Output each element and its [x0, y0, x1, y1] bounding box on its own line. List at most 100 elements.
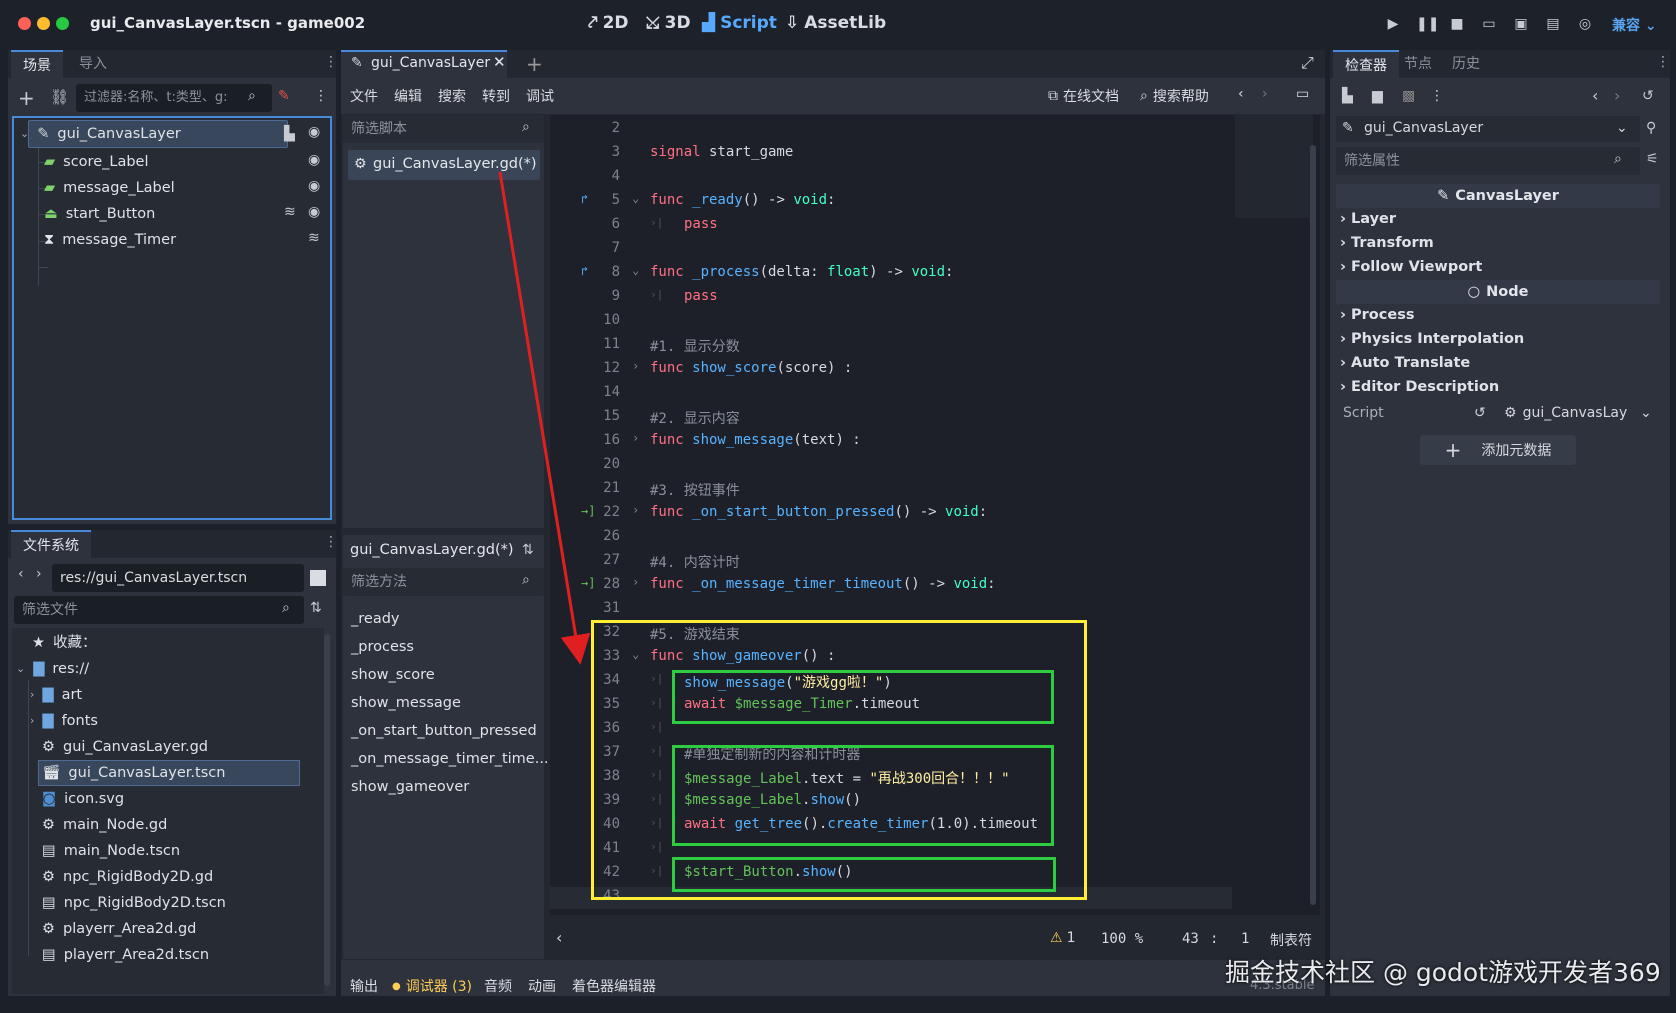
close-window-button[interactable] — [18, 17, 31, 30]
group-transform[interactable]: › Transform — [1340, 232, 1434, 254]
group-editor-description[interactable]: › Editor Description — [1340, 376, 1499, 398]
scene-more-icon[interactable]: ⋮ — [314, 88, 328, 104]
fold-expand-icon[interactable]: › — [632, 503, 639, 517]
zoom-level[interactable]: 100 % — [1101, 931, 1143, 947]
indent-mode[interactable]: 制表符 — [1270, 930, 1312, 950]
play-icon[interactable]: ▶ — [1384, 15, 1402, 33]
code-scrollbar[interactable] — [1310, 145, 1316, 905]
dock-menu-icon[interactable]: ⋮ — [324, 54, 338, 70]
menu-file[interactable]: 文件 — [350, 86, 378, 106]
fold-expand-icon[interactable]: › — [632, 431, 639, 445]
script-workspace-button[interactable]: ▟ Script — [702, 13, 777, 33]
group-auto-translate[interactable]: › Auto Translate — [1340, 352, 1470, 374]
add-node-icon[interactable]: + — [18, 86, 35, 110]
attached-script-icon[interactable]: ▙ — [284, 126, 295, 142]
3d-workspace-button[interactable]: ⤩ 3D — [646, 13, 691, 33]
fold-collapse-icon[interactable]: ⌄ — [632, 191, 639, 205]
pick-object-icon[interactable]: ⚲ — [1646, 120, 1656, 136]
override-icon[interactable]: ↱ — [581, 192, 588, 206]
dock-menu-icon[interactable]: ⋮ — [1656, 54, 1670, 70]
filter-methods-input[interactable]: 筛选方法 — [343, 568, 544, 596]
tab-node[interactable]: 节点 — [1392, 50, 1444, 78]
movie-maker-icon[interactable]: ◎ — [1576, 15, 1594, 33]
fold-expand-icon[interactable]: › — [632, 575, 639, 589]
fs-file[interactable]: ⚙ gui_CanvasLayer.gd — [42, 734, 208, 760]
more-options-icon[interactable]: ⋮ — [1430, 88, 1444, 104]
scene-node-start-button[interactable]: ⏏ start_Button — [44, 201, 155, 227]
fs-file[interactable]: ◙ icon.svg — [42, 786, 124, 812]
menu-edit[interactable]: 编辑 — [394, 86, 422, 106]
online-docs-button[interactable]: ⧉ 在线文档 — [1048, 86, 1119, 106]
fs-folder-fonts[interactable]: › ▇ fonts — [30, 708, 98, 734]
fs-file[interactable]: ▤ main_Node.tscn — [42, 838, 180, 864]
tab-history[interactable]: 历史 — [1440, 50, 1492, 78]
dock-menu-icon[interactable]: ⋮ — [324, 534, 338, 550]
group-layer[interactable]: › Layer — [1340, 208, 1396, 230]
fs-favorites[interactable]: ★ 收藏： — [32, 630, 97, 656]
pause-icon[interactable]: ❚❚ — [1416, 15, 1439, 33]
fs-root[interactable]: ⌄ ▇ res:// — [16, 656, 89, 682]
method-item[interactable]: show_message — [351, 690, 461, 716]
minimap[interactable] — [1235, 115, 1313, 218]
maximize-window-button[interactable] — [56, 17, 69, 30]
method-item[interactable]: show_gameover — [351, 774, 469, 800]
play-custom-scene-icon[interactable]: ▤ — [1544, 15, 1562, 33]
save-icon[interactable]: ▩ — [1402, 88, 1415, 104]
tab-filesystem[interactable]: 文件系统 — [11, 530, 91, 558]
scene-node-message-timer[interactable]: ⧗ message_Timer — [44, 227, 176, 253]
group-process[interactable]: › Process — [1340, 304, 1414, 326]
chevron-down-icon[interactable]: ⌄ — [1640, 405, 1652, 421]
fs-folder-art[interactable]: › ▇ art — [30, 682, 82, 708]
fs-scrollbar[interactable] — [324, 634, 330, 986]
tab-inspector[interactable]: 检查器 — [1333, 50, 1399, 78]
fs-file[interactable]: ⚙ npc_RigidBody2D.gd — [42, 864, 213, 890]
script-property-value[interactable]: ⚙ gui_CanvasLay — [1504, 405, 1627, 421]
signal-connection-icon[interactable]: →] — [581, 576, 595, 590]
play-scene-icon[interactable]: ▣ — [1512, 15, 1530, 33]
visibility-eye-icon[interactable]: ◉ — [308, 178, 320, 194]
history-forward-icon[interactable]: › — [1262, 86, 1268, 102]
tab-audio[interactable]: 音频 — [484, 976, 512, 996]
open-folder-icon[interactable]: ▆ — [1372, 88, 1383, 104]
tab-debugger[interactable]: ● 调试器 (3) — [392, 976, 472, 996]
scene-node-root[interactable]: ⌄ ✎ gui_CanvasLayer — [20, 121, 181, 147]
filter-scripts-input[interactable]: 筛选脚本 — [343, 115, 544, 143]
stop-icon[interactable]: ■ — [1448, 15, 1466, 33]
signal-connection-icon[interactable]: →] — [581, 504, 595, 518]
scene-filter-extra-icon[interactable]: ✎ — [278, 88, 290, 104]
fold-collapse-icon[interactable]: ⌄ — [632, 263, 639, 277]
fs-filter-input[interactable]: 筛选文件 — [14, 596, 304, 624]
sort-icon[interactable]: ⇅ — [310, 600, 322, 616]
minimize-window-button[interactable] — [37, 17, 50, 30]
tab-animation[interactable]: 动画 — [528, 976, 556, 996]
revert-icon[interactable]: ↺ — [1474, 405, 1486, 421]
visibility-eye-icon[interactable]: ◉ — [308, 204, 320, 220]
distraction-free-icon[interactable]: ⤢ — [1301, 53, 1314, 73]
toggle-split-icon[interactable] — [310, 570, 326, 586]
fs-file[interactable]: ⚙ playerr_Area2d.gd — [42, 916, 196, 942]
scene-node-message-label[interactable]: ▰ message_Label — [44, 175, 175, 201]
visibility-eye-icon[interactable]: ◉ — [308, 152, 320, 168]
history-back-icon[interactable]: ‹ — [1592, 86, 1598, 105]
toggle-scripts-panel-icon[interactable]: ▭ — [1296, 86, 1309, 102]
assetlib-workspace-button[interactable]: ⇩ AssetLib — [785, 13, 886, 33]
filter-properties-input[interactable]: 筛选属性 — [1336, 147, 1640, 175]
scene-filter-input[interactable]: 过滤器:名称、t:类型、g: — [76, 84, 272, 112]
method-item[interactable]: _on_message_timer_time... — [351, 746, 549, 772]
method-item[interactable]: show_score — [351, 662, 435, 688]
signal-icon[interactable]: ≋ — [284, 204, 296, 220]
link-icon[interactable]: ⛓ — [50, 88, 69, 106]
warnings-button[interactable]: ⚠ 1 — [1050, 930, 1075, 946]
add-metadata-button[interactable]: + 添加元数据 — [1420, 435, 1576, 465]
signal-icon[interactable]: ≋ — [308, 230, 320, 246]
back-icon[interactable]: ‹ — [18, 566, 24, 582]
search-help-button[interactable]: ⌕ 搜索帮助 — [1140, 86, 1209, 106]
method-item[interactable]: _process — [351, 634, 414, 660]
group-physics-interpolation[interactable]: › Physics Interpolation — [1340, 328, 1524, 350]
menu-goto[interactable]: 转到 — [482, 86, 510, 106]
method-item[interactable]: _ready — [351, 606, 399, 632]
fs-file[interactable]: ⚙ main_Node.gd — [42, 812, 167, 838]
method-item[interactable]: _on_start_button_pressed — [351, 718, 537, 744]
new-resource-icon[interactable]: ▙ — [1342, 88, 1353, 104]
collapse-left-icon[interactable]: ‹ — [556, 928, 562, 947]
